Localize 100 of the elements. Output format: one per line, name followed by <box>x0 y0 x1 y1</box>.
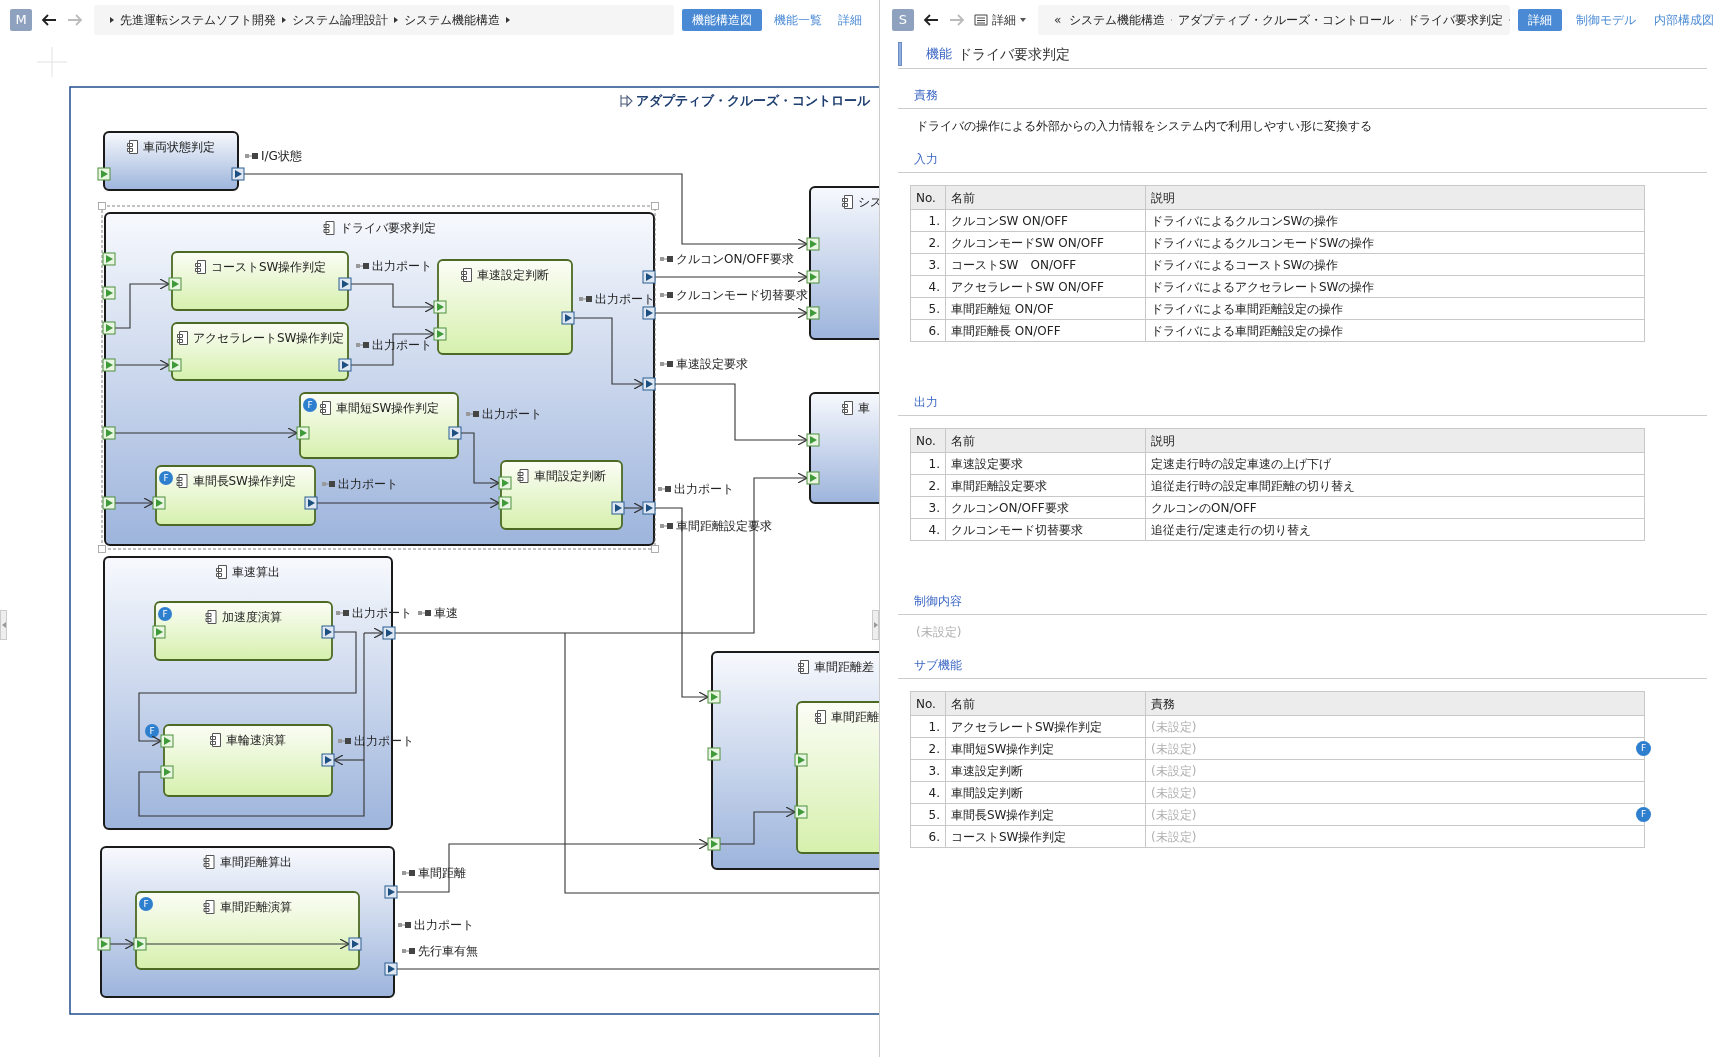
function-badge: F <box>303 398 317 412</box>
breadcrumb-overflow[interactable]: « <box>1054 11 1062 29</box>
output-port <box>382 626 396 640</box>
resize-handle[interactable] <box>98 545 106 553</box>
port-icon <box>398 922 411 928</box>
port-label: 出力ポート <box>595 292 655 306</box>
block-label: 車 <box>858 400 870 415</box>
component-icon <box>815 710 826 724</box>
component-icon <box>210 733 221 747</box>
component-icon <box>798 660 809 674</box>
column-header: 責務 <box>1145 691 1645 716</box>
function-badge: F <box>145 724 159 738</box>
breadcrumb-item[interactable]: システム論理設計 <box>292 11 388 29</box>
table-cell: 車間短SW操作判定 <box>951 741 1055 756</box>
table-cell: 追従走行/定速走行の切り替え <box>1151 522 1312 537</box>
section-heading: 制御内容 <box>914 592 962 610</box>
output-port <box>338 358 352 372</box>
view-tab[interactable]: 詳細 <box>834 9 866 31</box>
block-label: 車間長SW操作判定 <box>192 473 296 488</box>
forward-arrow-icon[interactable] <box>948 12 966 28</box>
port-label: 出力ポート <box>352 606 412 620</box>
port-label: 車間距離設定要求 <box>676 519 772 533</box>
input-port <box>102 321 116 335</box>
input-port <box>707 690 721 704</box>
port-icon <box>336 610 349 616</box>
port-icon <box>579 296 592 302</box>
input-port <box>498 476 512 490</box>
section-text: ドライバの操作による外部からの入力情報をシステム内で利用しやすい形に変換する <box>915 118 1372 135</box>
table-cell: ドライバによるアクセラレートSWの操作 <box>1151 279 1375 294</box>
port-label: クルコンモード切替要求 <box>676 288 808 302</box>
port-label: 出力ポート <box>372 259 432 273</box>
breadcrumb-item[interactable]: 先進運転システムソフト開発 <box>120 11 276 29</box>
table-cell: コーストSW ON/OFF <box>951 257 1077 272</box>
table-cell: 車速設定判断 <box>951 763 1023 778</box>
view-menu[interactable]: 詳細 <box>974 11 1026 29</box>
input-port <box>133 937 147 951</box>
accent-bar <box>898 42 902 66</box>
input-port <box>102 426 116 440</box>
collapse-handle[interactable] <box>872 610 879 640</box>
input-port <box>794 753 808 767</box>
table-cell: 1. <box>928 456 940 471</box>
list-icon <box>974 14 988 26</box>
input-port <box>806 433 820 447</box>
table-cell: 車間長SW操作判定 <box>951 807 1055 822</box>
table-cell: ドライバによるクルコンSWの操作 <box>1151 213 1339 228</box>
view-tab[interactable]: 機能一覧 <box>770 9 826 31</box>
component-icon <box>203 855 215 869</box>
block-label: 車速設定判断 <box>477 267 549 282</box>
port-label: 先行車有無 <box>418 944 478 958</box>
table-cell: アクセラレートSW操作判定 <box>951 719 1103 734</box>
breadcrumb-item[interactable]: ドライバ要求判定 <box>1407 11 1504 29</box>
view-tab[interactable]: 詳細 <box>1518 9 1562 31</box>
port-label: 出力ポート <box>372 338 432 352</box>
port-label: 出力ポート <box>338 477 398 491</box>
port-icon <box>660 523 673 529</box>
port-icon <box>418 610 431 616</box>
caret-icon <box>1020 18 1026 22</box>
section-heading: 責務 <box>914 86 938 104</box>
resize-handle[interactable] <box>98 202 106 210</box>
forward-arrow-icon[interactable] <box>66 12 84 28</box>
back-arrow-icon[interactable] <box>922 12 940 28</box>
input-port <box>806 306 820 320</box>
block-label: 車速算出 <box>232 564 280 579</box>
back-arrow-icon[interactable] <box>40 12 58 28</box>
input-port <box>806 471 820 485</box>
table-cell: アクセラレートSW ON/OFF <box>951 279 1104 294</box>
table-cell: クルコンモードSW ON/OFF <box>951 235 1104 250</box>
output-port <box>642 377 656 391</box>
resize-handle[interactable] <box>651 545 659 553</box>
breadcrumb-item[interactable]: アダプティブ・クルーズ・コントロール <box>1178 11 1395 29</box>
table-cell: クルコンSW ON/OFF <box>951 213 1068 228</box>
view-tab[interactable]: 制御モデル <box>1572 9 1640 31</box>
table-cell: コーストSW操作判定 <box>951 829 1067 844</box>
input-port <box>794 805 808 819</box>
table-cell: クルコンのON/OFF <box>1151 500 1257 515</box>
port-label: 出力ポート <box>674 482 734 496</box>
view-tab[interactable]: 機能構造図 <box>682 9 762 31</box>
breadcrumb-item[interactable]: システム機能構造 <box>1069 11 1166 29</box>
table-cell: 車間距離設定要求 <box>951 478 1047 493</box>
function-badge: F <box>158 607 172 621</box>
component-icon <box>177 331 188 345</box>
output-port <box>642 306 656 320</box>
component-icon <box>127 140 138 154</box>
component-icon <box>176 474 188 488</box>
connector-line <box>114 497 154 509</box>
input-port <box>498 496 512 510</box>
connector-line <box>114 278 170 329</box>
resize-handle[interactable] <box>651 202 659 210</box>
port-icon <box>402 948 415 954</box>
diagram-icon <box>620 94 633 108</box>
section-heading: 出力 <box>914 393 938 411</box>
table-cell: 2. <box>928 235 940 250</box>
collapse-handle[interactable] <box>0 610 7 640</box>
view-tab[interactable]: 内部構成図 <box>1650 9 1718 31</box>
table-cell: ドライバによる車間距離設定の操作 <box>1151 301 1343 316</box>
port-icon <box>660 256 673 262</box>
port-icon <box>356 263 369 269</box>
diagram-title: アダプティブ・クルーズ・コントロール <box>636 92 870 108</box>
table-cell: 4. <box>928 279 940 294</box>
breadcrumb-item[interactable]: システム機能構造 <box>404 11 500 29</box>
